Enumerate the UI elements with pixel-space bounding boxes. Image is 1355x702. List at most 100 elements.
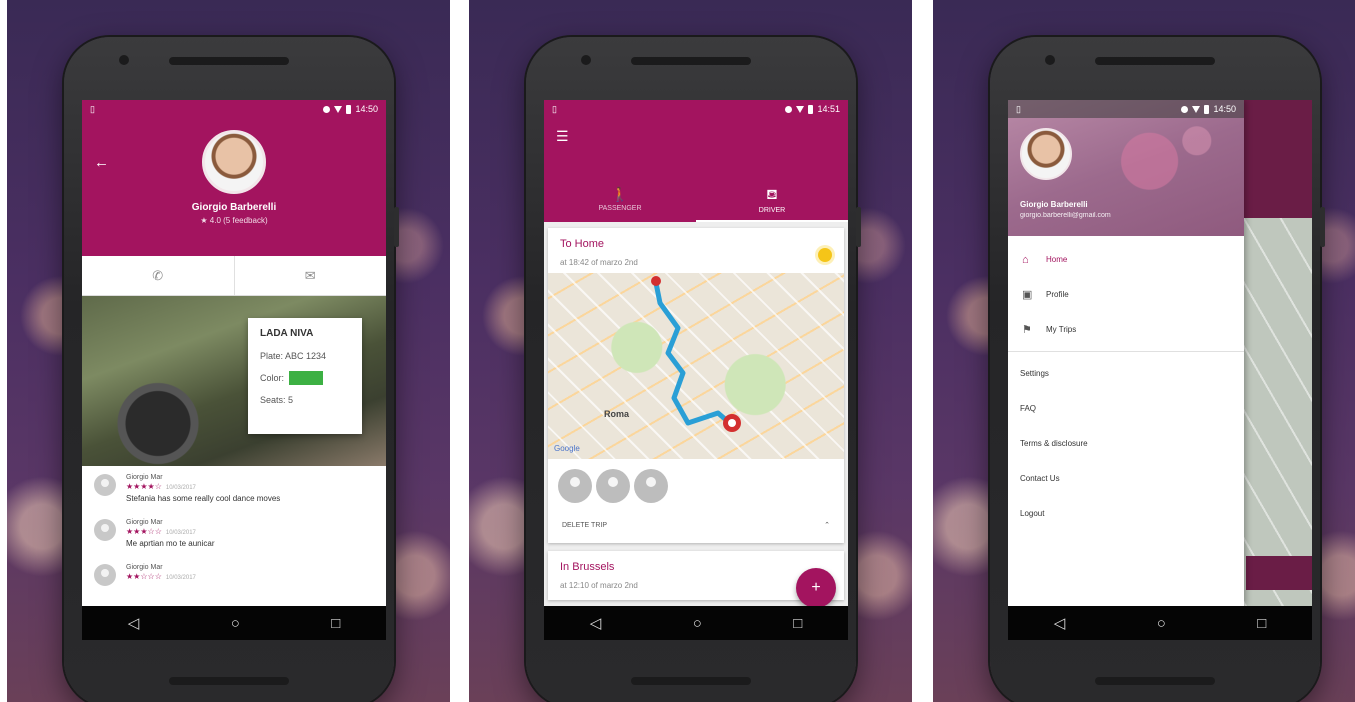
- status-bar: ▯ 14:50: [82, 100, 386, 118]
- wifi-icon: [796, 105, 805, 113]
- phone-frame: ▯ 14:51 ☰ 🚶 PASSENGER ⛾ DRIVER To Home a…: [526, 37, 861, 702]
- passenger-slots: [548, 459, 844, 513]
- speaker-bottom: [169, 677, 289, 685]
- car-plate: Plate: ABC 1234: [260, 351, 327, 361]
- back-icon[interactable]: ◁: [590, 614, 602, 632]
- review-date: 10/03/2017: [165, 575, 196, 581]
- recents-icon[interactable]: □: [1257, 615, 1266, 632]
- drawer-screen: ▯ 14:50 Giorgio Barberelli giorgio.barbe…: [1008, 100, 1312, 640]
- panel-profile: ▯ 14:50 ← Giorgio Barberelli ★ 4.0 (5 fe…: [7, 0, 450, 702]
- review-list: Giorgio Mar ★★★★☆ 10/03/2017 Stefania has…: [82, 466, 386, 610]
- sim-icon: ▯: [90, 103, 95, 114]
- feedback-text: 4.0 (5 feedback): [209, 216, 268, 225]
- review-stars: ★★★★☆ 10/03/2017: [126, 482, 280, 491]
- review-stars: ★★☆☆☆ 10/03/2017: [126, 572, 196, 581]
- tab-passenger[interactable]: 🚶 PASSENGER: [544, 178, 696, 222]
- reviewer-name: Giorgio Mar: [126, 564, 163, 571]
- dnd-icon: [1181, 105, 1189, 113]
- drawer-item-terms[interactable]: Terms & disclosure: [1008, 426, 1244, 461]
- profile-screen: ▯ 14:50 ← Giorgio Barberelli ★ 4.0 (5 fe…: [82, 100, 386, 640]
- panel-trips: ▯ 14:51 ☰ 🚶 PASSENGER ⛾ DRIVER To Home a…: [469, 0, 912, 702]
- back-icon[interactable]: ◁: [1054, 614, 1066, 632]
- passenger-avatar[interactable]: [558, 469, 592, 503]
- reviewer-avatar: [94, 519, 116, 541]
- speaker: [1095, 57, 1215, 65]
- speaker: [631, 57, 751, 65]
- review-stars-value: ★★☆☆☆: [126, 572, 162, 581]
- navigation-drawer: ▯ 14:50 Giorgio Barberelli giorgio.barbe…: [1008, 100, 1244, 606]
- hamburger-menu-icon[interactable]: ☰: [556, 128, 569, 145]
- trip-card[interactable]: To Home at 18:42 of marzo 2nd Roma Googl…: [548, 228, 844, 543]
- status-time: 14:50: [355, 104, 378, 114]
- wifi-icon: [334, 105, 343, 113]
- car-info-card: LADA NIVA Plate: ABC 1234 Color: Seats: …: [248, 318, 362, 434]
- camera: [1045, 55, 1055, 65]
- status-bar: ▯ 14:51: [544, 100, 848, 118]
- tab-passenger-label: PASSENGER: [598, 205, 642, 212]
- review-text: Me aprtian mo te aunicar: [126, 539, 215, 548]
- status-bar: ▯ 14:50: [1008, 100, 1244, 118]
- car-seats: Seats: 5: [260, 395, 294, 405]
- call-button[interactable]: ✆: [82, 256, 235, 295]
- trips-screen: ▯ 14:51 ☰ 🚶 PASSENGER ⛾ DRIVER To Home a…: [544, 100, 848, 640]
- review-stars-value: ★★★★☆: [126, 482, 162, 491]
- avatar[interactable]: [1020, 128, 1072, 180]
- side-button[interactable]: [856, 207, 861, 247]
- phone-frame: ▯ 14:50 Giorgio Barberelli giorgio.barbe…: [990, 37, 1325, 702]
- drawer-item-settings[interactable]: Settings: [1008, 356, 1244, 391]
- trips-header: ☰ 🚶 PASSENGER ⛾ DRIVER: [544, 118, 848, 222]
- map-city-label: Roma: [604, 409, 630, 419]
- review-item: Giorgio Mar ★★★★☆ 10/03/2017 Stefania has…: [94, 474, 374, 503]
- drawer-header: ▯ 14:50 Giorgio Barberelli giorgio.barbe…: [1008, 100, 1244, 236]
- drawer-item-logout[interactable]: Logout: [1008, 496, 1244, 531]
- message-button[interactable]: ✉: [235, 256, 387, 295]
- back-arrow-icon[interactable]: ←: [94, 154, 109, 171]
- drawer-item-faq[interactable]: FAQ: [1008, 391, 1244, 426]
- drawer-menu: ⌂ Home ▣ Profile ⚑ My Trips Settings FAQ Te…: [1008, 236, 1244, 531]
- profile-feedback: ★ 4.0 (5 feedback): [200, 216, 268, 225]
- home-icon[interactable]: ○: [693, 615, 702, 632]
- chevron-up-icon[interactable]: ⌃: [824, 521, 830, 529]
- side-button[interactable]: [394, 207, 399, 247]
- role-tabs: 🚶 PASSENGER ⛾ DRIVER: [544, 178, 848, 222]
- flag-icon: ⚑: [1022, 324, 1032, 336]
- google-logo: Google: [554, 444, 580, 453]
- route-overlay: [651, 276, 741, 432]
- side-button[interactable]: [1320, 207, 1325, 247]
- review-stars-value: ★★★☆☆: [126, 527, 162, 536]
- battery-icon: [808, 104, 814, 114]
- reviewer-name: Giorgio Mar: [126, 519, 163, 526]
- drawer-item-profile[interactable]: ▣ Profile: [1008, 277, 1244, 312]
- app-screenshots: ▯ 14:50 ← Giorgio Barberelli ★ 4.0 (5 fe…: [0, 0, 1355, 702]
- tab-driver[interactable]: ⛾ DRIVER: [696, 178, 848, 222]
- drawer-item-my-trips[interactable]: ⚑ My Trips: [1008, 312, 1244, 347]
- sim-icon: ▯: [552, 103, 557, 114]
- phone-frame: ▯ 14:50 ← Giorgio Barberelli ★ 4.0 (5 fe…: [64, 37, 399, 702]
- divider: [1008, 351, 1244, 352]
- panel-drawer: ▯ 14:50 Giorgio Barberelli giorgio.barbe…: [933, 0, 1355, 702]
- passenger-avatar[interactable]: [634, 469, 668, 503]
- contact-actions: ✆ ✉: [82, 256, 386, 296]
- recents-icon[interactable]: □: [793, 615, 802, 632]
- back-icon[interactable]: ◁: [128, 614, 140, 632]
- reviewer-name: Giorgio Mar: [126, 474, 163, 481]
- tab-driver-label: DRIVER: [758, 207, 786, 214]
- recents-icon[interactable]: □: [331, 615, 340, 632]
- avatar: [202, 130, 266, 194]
- passenger-avatar[interactable]: [596, 469, 630, 503]
- drawer-item-home[interactable]: ⌂ Home: [1008, 242, 1244, 277]
- home-icon[interactable]: ○: [231, 615, 240, 632]
- reviewer-avatar: [94, 474, 116, 496]
- trip-time: at 18:42 of marzo 2nd: [560, 258, 638, 267]
- car-model: LADA NIVA: [260, 328, 314, 339]
- profile-icon: ▣: [1022, 289, 1033, 301]
- drawer-item-contact[interactable]: Contact Us: [1008, 461, 1244, 496]
- car-color-swatch: [289, 371, 324, 385]
- profile-header: ← Giorgio Barberelli ★ 4.0 (5 feedback): [82, 130, 386, 256]
- home-icon[interactable]: ○: [1157, 615, 1166, 632]
- route-map[interactable]: Roma Google: [548, 273, 844, 459]
- sim-icon: ▯: [1016, 103, 1021, 114]
- reviewer-avatar: [94, 564, 116, 586]
- delete-trip-button[interactable]: DELETE TRIP: [562, 522, 607, 529]
- add-trip-fab[interactable]: +: [796, 568, 836, 608]
